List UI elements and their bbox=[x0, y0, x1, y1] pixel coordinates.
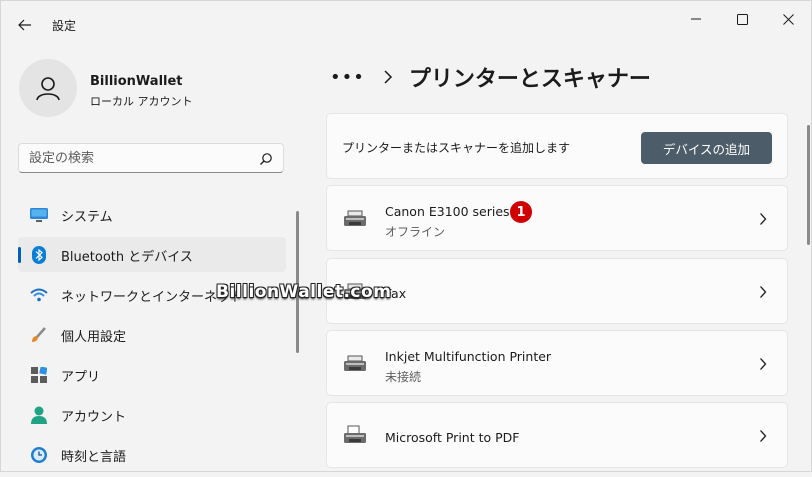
sidebar-nav: システム Bluetooth とデバイス ネットワークとインターネット 個人用設… bbox=[18, 197, 286, 477]
account-icon bbox=[30, 406, 48, 424]
device-name: Canon E3100 series bbox=[385, 204, 510, 219]
wifi-icon bbox=[30, 286, 48, 304]
sidebar-item-label: アカウント bbox=[61, 410, 127, 425]
page-title: プリンターとスキャナー bbox=[408, 67, 651, 92]
sidebar-item-bluetooth[interactable]: Bluetooth とデバイス bbox=[18, 237, 286, 272]
device-card-pdf[interactable]: Microsoft Print to PDF bbox=[326, 402, 788, 468]
chevron-right-icon bbox=[760, 430, 767, 442]
sidebar-item-label: アプリ bbox=[61, 370, 101, 385]
add-device-button[interactable]: デバイスの追加 bbox=[641, 132, 772, 164]
sidebar-item-system[interactable]: システム bbox=[18, 197, 286, 232]
sidebar-item-label: 個人用設定 bbox=[61, 330, 127, 345]
close-icon bbox=[782, 13, 794, 25]
user-icon bbox=[36, 77, 60, 101]
bluetooth-icon bbox=[30, 246, 48, 264]
settings-window: 設定 BillionWallet ローカル アカウント 設定の検索 システム B… bbox=[0, 0, 812, 472]
close-button[interactable] bbox=[765, 5, 811, 33]
search-input[interactable] bbox=[29, 149, 249, 167]
printer-icon bbox=[344, 210, 366, 226]
content-scrollbar[interactable] bbox=[807, 125, 810, 245]
avatar bbox=[19, 59, 77, 117]
watermark: BillionWallet.com bbox=[216, 282, 392, 302]
sidebar-item-label: システム bbox=[61, 210, 113, 225]
device-card-fax[interactable]: Fax bbox=[326, 258, 788, 324]
profile-name: BillionWallet bbox=[90, 74, 183, 89]
window-title: 設定 bbox=[52, 19, 77, 33]
device-card-canon[interactable]: Canon E3100 series 1 オフライン bbox=[326, 185, 788, 251]
device-status: 未接続 bbox=[385, 370, 422, 384]
printer-icon bbox=[344, 355, 366, 371]
profile-account-type: ローカル アカウント bbox=[90, 95, 193, 108]
device-name: Inkjet Multifunction Printer bbox=[385, 349, 552, 364]
sidebar-item-apps[interactable]: アプリ bbox=[18, 357, 286, 392]
add-device-text: プリンターまたはスキャナーを追加します bbox=[342, 141, 571, 155]
brush-icon bbox=[30, 326, 48, 344]
device-status: オフライン bbox=[385, 225, 446, 239]
sidebar-item-accounts[interactable]: アカウント bbox=[18, 397, 286, 432]
sidebar-item-label: Bluetooth とデバイス bbox=[61, 250, 193, 265]
maximize-button[interactable] bbox=[719, 5, 765, 33]
apps-icon bbox=[30, 366, 48, 384]
device-name: Microsoft Print to PDF bbox=[385, 430, 520, 445]
sidebar-item-personalization[interactable]: 個人用設定 bbox=[18, 317, 286, 352]
maximize-icon bbox=[736, 13, 748, 25]
add-device-card: プリンターまたはスキャナーを追加します デバイスの追加 bbox=[326, 113, 788, 179]
back-arrow-icon bbox=[18, 19, 31, 31]
breadcrumb-more-button[interactable]: ••• bbox=[330, 67, 365, 88]
time-language-icon bbox=[30, 446, 48, 464]
minimize-icon bbox=[691, 18, 701, 20]
search-icon[interactable] bbox=[259, 152, 273, 166]
callout-badge: 1 bbox=[510, 201, 532, 223]
sidebar-item-label: 時刻と言語 bbox=[61, 450, 127, 465]
breadcrumb: ••• プリンターとスキャナー bbox=[330, 59, 651, 95]
chevron-right-icon bbox=[760, 213, 767, 225]
chevron-right-icon bbox=[760, 358, 767, 370]
chevron-right-icon bbox=[384, 70, 392, 84]
chevron-right-icon bbox=[760, 286, 767, 298]
minimize-button[interactable] bbox=[673, 5, 719, 33]
back-button[interactable] bbox=[11, 13, 39, 37]
pdf-printer-icon bbox=[344, 425, 366, 443]
sidebar-item-time-language[interactable]: 時刻と言語 bbox=[18, 437, 286, 472]
system-icon bbox=[30, 206, 48, 224]
device-card-inkjet[interactable]: Inkjet Multifunction Printer 未接続 bbox=[326, 330, 788, 396]
search-box bbox=[18, 143, 284, 173]
title-bar: 設定 bbox=[1, 1, 811, 49]
